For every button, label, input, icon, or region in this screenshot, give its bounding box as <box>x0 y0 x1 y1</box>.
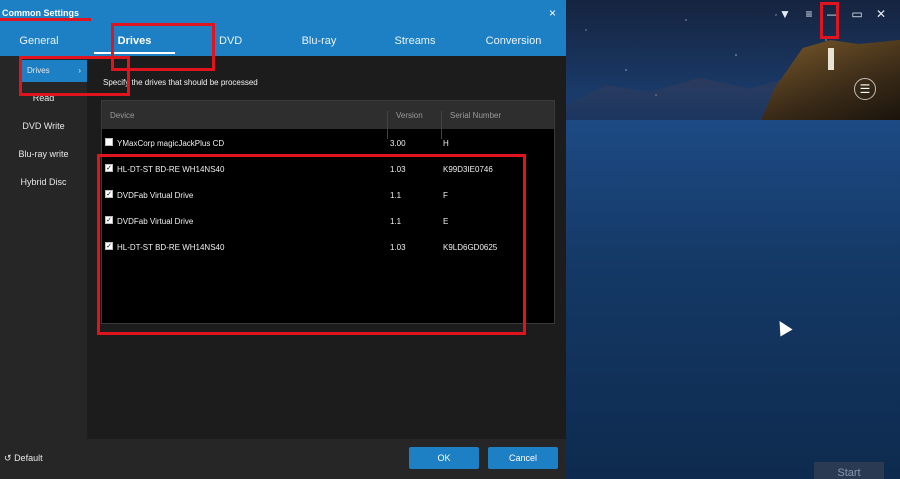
sidebar-item-bluray-write[interactable]: Blu-ray write <box>0 140 87 168</box>
default-label: Default <box>14 453 43 463</box>
settings-icon[interactable]: ▼ <box>778 6 792 22</box>
drive-checkbox[interactable] <box>105 138 113 146</box>
table-header: Device Version Serial Number <box>102 101 554 139</box>
tab-conversion[interactable]: Conversion <box>461 26 566 56</box>
ok-button[interactable]: OK <box>409 447 479 469</box>
settings-sidebar: Drives › Read DVD Write Blu-ray write Hy… <box>0 56 87 439</box>
tab-bluray[interactable]: Blu-ray <box>269 26 369 56</box>
device-version: 3.00 <box>390 139 406 148</box>
reset-icon: ↺ <box>4 453 12 463</box>
start-button[interactable]: Start <box>814 462 884 479</box>
highlight-box <box>820 2 839 39</box>
device-serial: H <box>443 139 449 148</box>
tab-streams[interactable]: Streams <box>369 26 461 56</box>
tab-general[interactable]: General <box>0 26 78 56</box>
menu-icon[interactable]: ≡ <box>802 6 816 22</box>
dialog-footer: ↺ Default OK Cancel <box>0 439 566 479</box>
list-menu-icon[interactable]: ☰ <box>854 78 876 100</box>
column-header-device[interactable]: Device <box>110 111 134 120</box>
background-app-window: ▼ ≡ — ▭ ✕ ☰ Start <box>566 0 900 479</box>
dialog-titlebar: Common Settings × <box>0 0 566 26</box>
maximize-icon[interactable]: ▭ <box>850 6 864 22</box>
highlight-underline <box>0 18 91 21</box>
device-name: YMaxCorp magicJackPlus CD <box>117 139 225 148</box>
close-icon[interactable]: × <box>549 6 556 20</box>
highlight-box <box>19 56 130 96</box>
tab-bar: General Drives DVD Blu-ray Streams Conve… <box>0 26 566 56</box>
dialog-title: Common Settings <box>2 8 80 18</box>
sidebar-item-dvd-write[interactable]: DVD Write <box>0 112 87 140</box>
sidebar-item-hybrid-disc[interactable]: Hybrid Disc <box>0 168 87 196</box>
column-header-version[interactable]: Version <box>396 111 423 120</box>
column-header-serial[interactable]: Serial Number <box>450 111 501 120</box>
table-row[interactable]: YMaxCorp magicJackPlus CD 3.00 H <box>102 130 556 156</box>
cancel-button[interactable]: Cancel <box>488 447 558 469</box>
sea-image <box>566 120 900 479</box>
default-button[interactable]: ↺ Default <box>4 453 43 464</box>
highlight-box <box>97 154 526 335</box>
lighthouse-image <box>828 48 834 70</box>
close-icon[interactable]: ✕ <box>874 6 888 22</box>
